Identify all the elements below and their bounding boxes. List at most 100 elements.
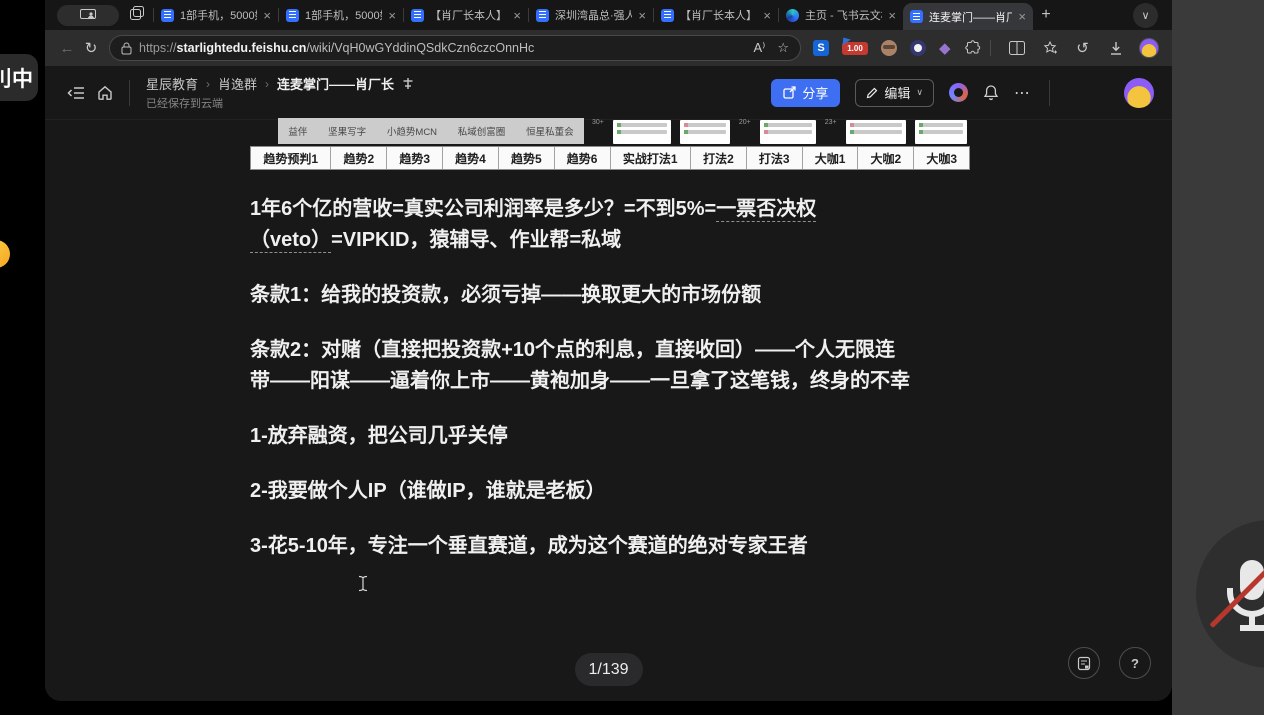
document-icon <box>1077 656 1091 671</box>
header-divider <box>129 80 130 106</box>
table-header-cell[interactable]: 大咖1 <box>802 147 858 169</box>
p1-underlined-text: 一票否决权 <box>716 198 816 222</box>
table-header-cell[interactable]: 大咖2 <box>857 147 913 169</box>
band-label: 恒星私董会 <box>526 124 574 138</box>
tab-6[interactable]: 主页 - 飞书云文档 × <box>779 0 903 30</box>
lark-icon <box>786 9 799 22</box>
close-icon[interactable]: × <box>513 9 521 22</box>
table-header-cell[interactable]: 打法3 <box>746 147 802 169</box>
gem-extension-icon[interactable]: ◆ <box>939 41 951 56</box>
table-header-cell[interactable]: 趋势6 <box>554 147 610 169</box>
tab-3[interactable]: 【肖厂长本人】重 × <box>404 0 528 30</box>
edit-label: 编辑 <box>884 83 910 102</box>
table-header-cell[interactable]: 趋势预判1 <box>251 147 330 169</box>
more-menu-icon[interactable]: ⋯ <box>1014 83 1030 103</box>
thumb-count: 23+ <box>825 119 837 126</box>
extensions-puzzle-icon[interactable] <box>964 40 984 57</box>
table-header-cell[interactable]: 趋势3 <box>386 147 442 169</box>
toolbar-right: ↺ ⋯ <box>1007 38 1172 58</box>
page-title: 连麦掌门——肖厂长 <box>277 74 394 93</box>
breadcrumb-item[interactable]: 肖逸群 <box>218 74 257 93</box>
doc-icon <box>661 9 674 22</box>
band-label: 坚果写字 <box>328 124 366 138</box>
table-header-cell[interactable]: 趋势5 <box>498 147 554 169</box>
pin-shortcut-icon[interactable] <box>402 77 414 90</box>
extension-s-icon[interactable]: S <box>813 40 829 56</box>
history-icon[interactable]: ↺ <box>1073 39 1093 57</box>
tab-label: 连麦掌门——肖厂 <box>929 9 1012 25</box>
tab-5[interactable]: 【肖厂长本人】重 × <box>654 0 778 30</box>
recording-indicator: 刂中 <box>0 54 38 101</box>
p1-text: =VIPKID，猿辅导、作业帮=私域 <box>331 229 621 251</box>
paragraph-1: 1年6个亿的营收=真实公司利润率是多少？=不到5%=一票否决权 （veto）=V… <box>250 194 995 256</box>
extensions-row: S 1.00 ◆ <box>813 40 984 57</box>
doc-icon <box>286 9 299 22</box>
user-avatar[interactable] <box>1124 78 1154 108</box>
close-icon[interactable]: × <box>388 9 396 22</box>
table-header-cell[interactable]: 实战打法1 <box>610 147 690 169</box>
workspace-pill-button[interactable] <box>57 5 119 26</box>
share-label: 分享 <box>802 83 828 102</box>
favorite-star-icon[interactable]: ☆ <box>777 40 789 56</box>
close-icon[interactable]: × <box>638 9 646 22</box>
close-icon[interactable]: × <box>763 9 771 22</box>
share-button[interactable]: 分享 <box>771 79 840 107</box>
doc-outline-button[interactable] <box>1068 647 1100 679</box>
document-body[interactable]: 1年6个亿的营收=真实公司利润率是多少？=不到5%=一票否决权 （veto）=V… <box>250 194 995 586</box>
downloads-icon[interactable] <box>1106 41 1126 56</box>
tab-1[interactable]: 1部手机，5000好 × <box>154 0 278 30</box>
close-icon[interactable]: × <box>888 9 896 22</box>
paragraph-5: 2-我要做个人IP（谁做IP，谁就是老板） <box>250 476 995 507</box>
table-header-cell[interactable]: 大咖3 <box>913 147 969 169</box>
breadcrumb-item[interactable]: 星辰教育 <box>146 74 198 93</box>
tab-label: 主页 - 飞书云文档 <box>805 7 882 23</box>
p1-text: 1年6个亿的营收=真实公司利润率是多少？=不到5%= <box>250 198 716 220</box>
share-icon <box>783 86 796 99</box>
price-badge-extension-icon[interactable]: 1.00 <box>842 42 868 55</box>
tab-4[interactable]: 深圳湾晶总·强人 × <box>529 0 653 30</box>
face-extension-icon[interactable] <box>910 40 926 56</box>
collections-icon[interactable] <box>1040 40 1060 56</box>
tab-2[interactable]: 1部手机，5000好 × <box>279 0 403 30</box>
close-icon[interactable]: × <box>263 9 271 22</box>
p1-underlined-text: （veto） <box>250 229 331 253</box>
sidebar-toggle-icon[interactable] <box>67 86 85 100</box>
thumbnail-card <box>915 120 967 144</box>
browser-profile-avatar[interactable] <box>1139 38 1159 58</box>
feishu-page: 星辰教育 › 肖逸群 › 连麦掌门——肖厂长 已经保存到云端 分享 <box>45 66 1172 701</box>
edit-button[interactable]: 编辑 ∨ <box>855 79 934 107</box>
thumbnail-card <box>846 120 906 144</box>
browser-window: 1部手机，5000好 × 1部手机，5000好 × 【肖厂长本人】重 × 深圳湾… <box>45 0 1172 701</box>
paragraph-2: 条款1：给我的投资款，必须亏掉——换取更大的市场份额 <box>250 280 995 311</box>
read-aloud-icon[interactable]: A⁾ <box>753 40 765 56</box>
address-bar[interactable]: https://starlightedu.feishu.cn/wiki/VqH0… <box>109 35 801 61</box>
floating-widget-partial[interactable] <box>0 240 10 268</box>
table-header-cell[interactable]: 趋势2 <box>330 147 386 169</box>
split-screen-icon[interactable] <box>1007 41 1027 55</box>
tab-overflow-button[interactable]: ∨ <box>1133 3 1158 28</box>
thumbnail-card <box>680 120 730 144</box>
tab-strip: 1部手机，5000好 × 1部手机，5000好 × 【肖厂长本人】重 × 深圳湾… <box>45 0 1172 30</box>
lock-icon <box>121 42 132 55</box>
back-button[interactable]: ← <box>55 40 79 57</box>
presence-ring-icon[interactable] <box>949 83 968 102</box>
table-band-row: 益伴 坚果写字 小趋势MCN 私域创富圈 恒星私董会 <box>278 118 584 144</box>
breadcrumb-separator: › <box>206 77 210 91</box>
tab-label: 【肖厂长本人】重 <box>430 7 507 23</box>
toolbar-divider <box>990 40 991 56</box>
url-text: https://starlightedu.feishu.cn/wiki/VqH0… <box>139 41 534 55</box>
home-icon[interactable] <box>97 85 113 100</box>
table-header-cell[interactable]: 趋势4 <box>442 147 498 169</box>
tab-active[interactable]: 连麦掌门——肖厂 × <box>903 3 1033 30</box>
paragraph-6: 3-花5-10年，专注一个垂直赛道，成为这个赛道的绝对专家王者 <box>250 531 995 562</box>
table-header-cell[interactable]: 打法2 <box>690 147 746 169</box>
refresh-button[interactable]: ↻ <box>79 39 103 57</box>
doc-icon <box>910 10 923 23</box>
thumbnail-card <box>613 120 671 144</box>
notification-bell-icon[interactable] <box>983 84 999 101</box>
help-button[interactable]: ? <box>1119 647 1151 679</box>
monkey-extension-icon[interactable] <box>881 40 897 56</box>
close-icon[interactable]: × <box>1018 10 1026 23</box>
tab-actions-icon[interactable] <box>129 5 145 26</box>
new-tab-button[interactable]: + <box>1033 6 1059 24</box>
